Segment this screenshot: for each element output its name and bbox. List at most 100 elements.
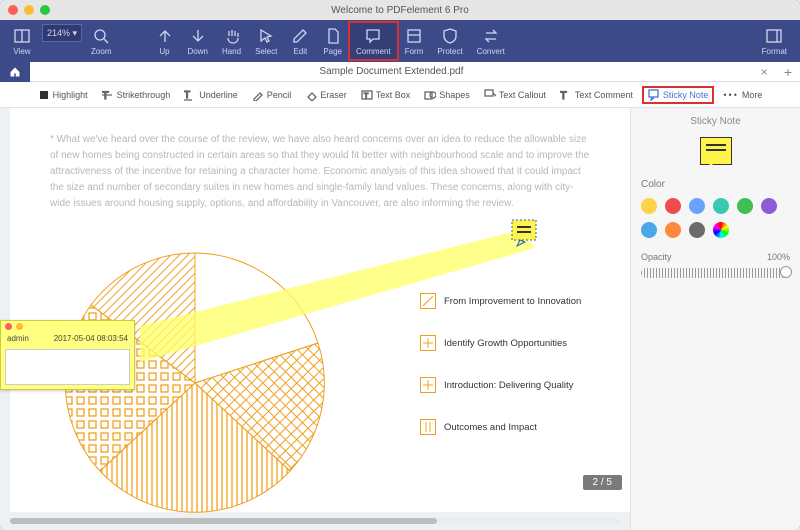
page: * What we've heard over the course of th… (10, 108, 630, 512)
edit-button[interactable]: Edit (284, 22, 316, 60)
main-toolbar: View 214% ▾ Zoom Up Down Hand Select Edi… (0, 20, 800, 62)
select-label: Select (255, 47, 277, 56)
color-label: Color (641, 179, 790, 190)
svg-text:T: T (184, 90, 190, 101)
zoom-icon (92, 27, 110, 45)
eraser-tool[interactable]: Eraser (300, 87, 352, 103)
color-swatches (641, 198, 790, 238)
view-button[interactable]: View (6, 22, 38, 60)
protect-label: Protect (437, 47, 462, 56)
hand-icon (223, 27, 241, 45)
format-icon (765, 27, 783, 45)
sticky-note-annotation[interactable] (510, 218, 540, 253)
color-swatch[interactable] (713, 198, 729, 214)
zoom-select[interactable]: 214% ▾ (42, 24, 82, 42)
close-tab-button[interactable]: × (753, 65, 776, 79)
scrollbar-thumb[interactable] (10, 518, 437, 524)
page-button[interactable]: Page (316, 22, 349, 60)
slider-knob[interactable] (780, 266, 792, 278)
zoom-label: Zoom (91, 47, 111, 56)
color-swatch[interactable] (665, 222, 681, 238)
t: Sticky Note (663, 90, 709, 100)
legend-swatch-icon (420, 335, 436, 351)
legend-swatch-icon (420, 377, 436, 393)
sidepanel-title: Sticky Note (641, 116, 790, 127)
horizontal-scrollbar[interactable] (10, 518, 620, 524)
form-button[interactable]: Form (398, 22, 431, 60)
down-button[interactable]: Down (181, 22, 215, 60)
sticky-popup-controls (1, 321, 134, 332)
eraser-icon (305, 89, 317, 101)
shield-icon (441, 27, 459, 45)
t: Text Box (376, 90, 411, 100)
sticky-timestamp: 2017-05-04 08:03:54 (54, 334, 128, 343)
textcallout-tool[interactable]: Text Callout (479, 87, 551, 103)
opacity-slider[interactable] (641, 268, 790, 278)
color-swatch[interactable] (689, 198, 705, 214)
edit-icon (291, 27, 309, 45)
strikethrough-tool[interactable]: TStrikethrough (97, 87, 176, 103)
sticky-min-button[interactable] (16, 323, 23, 330)
t: Eraser (320, 90, 347, 100)
legend-swatch-icon (420, 293, 436, 309)
body-paragraph: * What we've heard over the course of th… (50, 132, 590, 212)
arrow-up-icon (156, 27, 174, 45)
underline-icon: T (184, 89, 196, 101)
view-icon (13, 27, 31, 45)
sticky-text-input[interactable] (5, 349, 130, 385)
color-swatch[interactable] (761, 198, 777, 214)
textbox-tool[interactable]: TText Box (356, 87, 416, 103)
t: Text Comment (575, 90, 633, 100)
pencil-icon (252, 89, 264, 101)
view-label: View (13, 47, 30, 56)
document-viewport[interactable]: * What we've heard over the course of th… (0, 108, 630, 530)
format-button[interactable]: Format (755, 22, 794, 60)
color-swatch[interactable] (641, 222, 657, 238)
page-label: Page (323, 47, 342, 56)
hand-button[interactable]: Hand (215, 22, 248, 60)
color-swatch[interactable] (689, 222, 705, 238)
document-tab[interactable]: Sample Document Extended.pdf (30, 66, 753, 77)
color-swatch[interactable] (641, 198, 657, 214)
select-button[interactable]: Select (248, 22, 284, 60)
protect-button[interactable]: Protect (430, 22, 469, 60)
sticky-note-popup[interactable]: admin 2017-05-04 08:03:54 (0, 320, 135, 390)
home-tab[interactable] (0, 62, 30, 82)
legend-item: Identify Growth Opportunities (420, 335, 581, 351)
legend-label: Identify Growth Opportunities (444, 338, 567, 349)
stickynote-tool[interactable]: Sticky Note (642, 86, 715, 104)
hand-label: Hand (222, 47, 241, 56)
shapes-tool[interactable]: Shapes (419, 87, 475, 103)
color-swatch[interactable] (737, 198, 753, 214)
up-button[interactable]: Up (149, 22, 181, 60)
t: Text Callout (499, 90, 546, 100)
zoom-button[interactable]: Zoom (84, 22, 118, 60)
color-picker-button[interactable] (713, 222, 729, 238)
t: Highlight (53, 90, 88, 100)
pencil-tool[interactable]: Pencil (247, 87, 297, 103)
cursor-icon (257, 27, 275, 45)
comment-subtoolbar: Highlight TStrikethrough T Underline Penc… (0, 82, 800, 108)
textcomment-tool[interactable]: TText Comment (555, 87, 638, 103)
legend-label: Introduction: Delivering Quality (444, 380, 573, 391)
convert-button[interactable]: Convert (470, 22, 512, 60)
color-swatch[interactable] (665, 198, 681, 214)
down-label: Down (188, 47, 208, 56)
highlight-tool[interactable]: Highlight (33, 87, 93, 103)
new-tab-button[interactable]: + (776, 64, 800, 80)
sticky-preview-icon (700, 137, 732, 165)
chart-legend: From Improvement to Innovation Identify … (420, 293, 581, 435)
more-tools[interactable]: •••More (718, 88, 767, 102)
underline-tool[interactable]: T Underline (179, 87, 243, 103)
t: Underline (199, 90, 238, 100)
arrow-down-icon (189, 27, 207, 45)
t: Shapes (439, 90, 470, 100)
comment-button[interactable]: Comment (349, 22, 398, 60)
document-tabbar: Sample Document Extended.pdf × + (0, 62, 800, 82)
comment-icon (364, 27, 382, 45)
opacity-label: Opacity (641, 252, 672, 262)
t: More (742, 90, 763, 100)
sticky-close-button[interactable] (5, 323, 12, 330)
sticky-author: admin (7, 334, 29, 343)
legend-swatch-icon (420, 419, 436, 435)
